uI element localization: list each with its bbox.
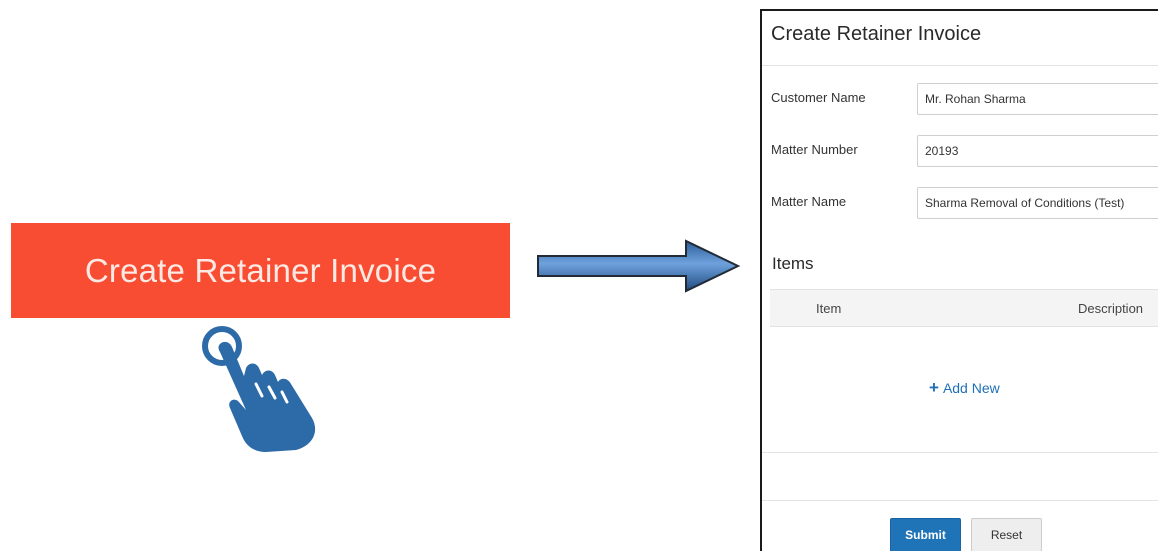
right-arrow-icon [537, 239, 741, 293]
tap-hand-icon [202, 326, 316, 452]
matter-name-field[interactable] [917, 187, 1158, 219]
plus-icon: + [929, 378, 939, 397]
tutorial-stage: Create Retainer Invoice Create Retainer … [0, 0, 1158, 551]
customer-name-field[interactable] [917, 83, 1158, 115]
title-divider [762, 65, 1158, 66]
customer-name-label: Customer Name [771, 90, 866, 105]
create-retainer-invoice-dialog: Create Retainer Invoice Customer Name Ma… [760, 9, 1158, 551]
add-new-item-link[interactable]: + Add New [929, 379, 1000, 396]
create-retainer-invoice-button[interactable]: Create Retainer Invoice [11, 223, 510, 318]
matter-number-field[interactable] [917, 135, 1158, 167]
add-new-label: Add New [942, 379, 1000, 396]
matter-number-label: Matter Number [771, 142, 858, 157]
items-table-header: Item Description [770, 289, 1158, 327]
submit-button[interactable]: Submit [890, 518, 961, 551]
items-divider [762, 452, 1158, 453]
items-section-title: Items [772, 254, 814, 273]
matter-name-label: Matter Name [771, 194, 847, 209]
column-header-item: Item [816, 301, 842, 316]
column-header-description: Description [1078, 301, 1144, 316]
footer-divider [762, 500, 1158, 501]
reset-button[interactable]: Reset [971, 518, 1042, 551]
dialog-title: Create Retainer Invoice [771, 23, 982, 45]
